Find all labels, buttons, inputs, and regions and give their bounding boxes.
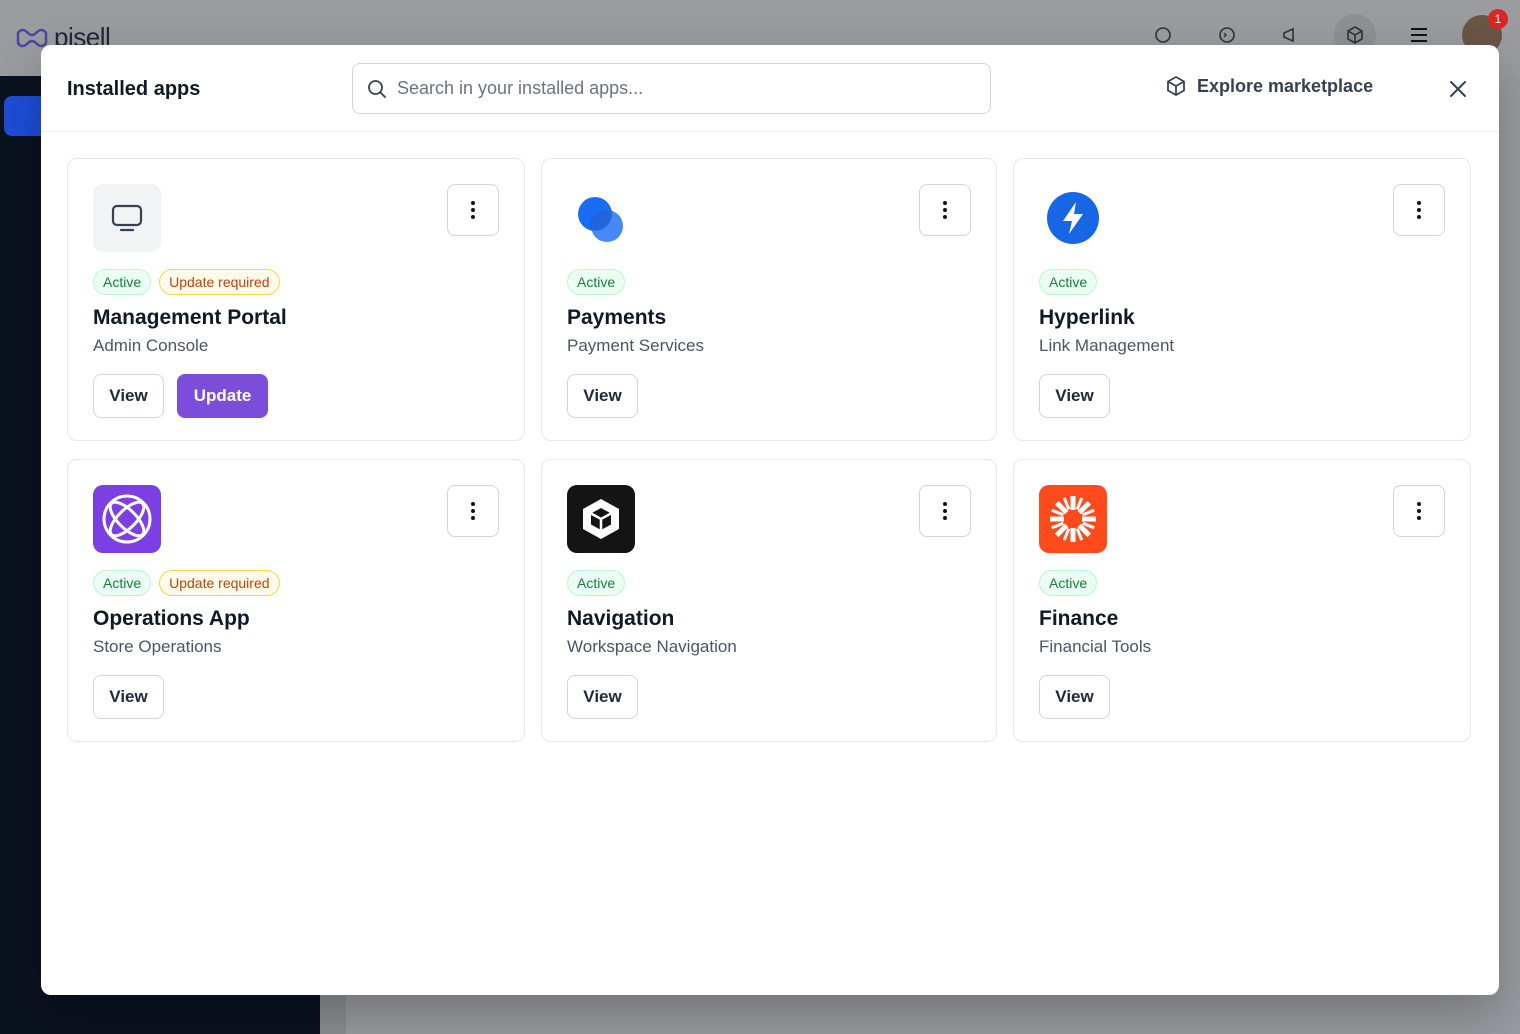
app-subtitle: Store Operations	[93, 637, 222, 656]
apps-grid: Active Update required Management Portal…	[67, 158, 1471, 742]
view-button[interactable]: View	[1039, 374, 1110, 418]
view-button[interactable]: View	[93, 374, 164, 418]
status-badge: Active	[567, 269, 626, 295]
kebab-icon	[471, 201, 475, 219]
kebab-icon	[943, 502, 947, 520]
status-badges: Active Update required	[93, 570, 280, 596]
kebab-icon	[1417, 502, 1421, 520]
update-button[interactable]: Update	[177, 374, 268, 418]
view-button[interactable]: View	[567, 374, 638, 418]
close-icon	[1450, 81, 1466, 97]
app-name: Navigation	[567, 607, 675, 630]
sunburst-icon	[1039, 485, 1107, 553]
close-button[interactable]	[1445, 76, 1471, 102]
app-card-operations-app: Active Update required Operations App St…	[67, 459, 525, 742]
status-badge: Active	[93, 570, 152, 596]
more-options-button[interactable]	[919, 184, 971, 236]
status-badges: Active	[567, 570, 626, 596]
modal-title: Installed apps	[67, 78, 201, 100]
app-subtitle: Link Management	[1039, 336, 1175, 355]
search-icon	[368, 79, 386, 98]
app-name: Management Portal	[93, 306, 287, 329]
app-subtitle: Payment Services	[567, 336, 704, 355]
view-button[interactable]: View	[1039, 675, 1110, 719]
card-actions: View	[567, 374, 638, 418]
more-options-button[interactable]	[1393, 485, 1445, 537]
app-card-finance: Active Finance Financial Tools View	[1013, 459, 1471, 742]
card-actions: View	[1039, 675, 1110, 719]
status-badge: Active	[93, 269, 152, 295]
app-card-payments: Active Payments Payment Services View	[541, 158, 997, 441]
more-options-button[interactable]	[1393, 184, 1445, 236]
view-button[interactable]: View	[93, 675, 164, 719]
status-badges: Active Update required	[93, 269, 280, 295]
app-name: Payments	[567, 306, 667, 329]
app-card-hyperlink: Active Hyperlink Link Management View	[1013, 158, 1471, 441]
search-field[interactable]	[352, 63, 991, 114]
more-options-button[interactable]	[447, 184, 499, 236]
app-subtitle: Financial Tools	[1039, 637, 1152, 656]
card-actions: View	[1039, 374, 1110, 418]
status-badges: Active	[1039, 269, 1098, 295]
update-required-badge: Update required	[159, 570, 280, 596]
app-card-management-portal: Active Update required Management Portal…	[67, 158, 525, 441]
lightning-bolt-icon	[1039, 184, 1107, 252]
kebab-icon	[1417, 201, 1421, 219]
status-badges: Active	[1039, 570, 1098, 596]
payments-logo-icon	[567, 184, 635, 252]
cube-icon	[1167, 76, 1185, 96]
monitor-icon	[93, 184, 161, 252]
notification-badge: 1	[1488, 9, 1508, 29]
explore-marketplace-button[interactable]: Explore marketplace	[1165, 75, 1373, 97]
app-card-navigation: Active Navigation Workspace Navigation V…	[541, 459, 997, 742]
app-name: Finance	[1039, 607, 1119, 630]
status-badge: Active	[1039, 269, 1098, 295]
card-actions: View Update	[93, 374, 268, 418]
more-options-button[interactable]	[447, 485, 499, 537]
kebab-icon	[471, 502, 475, 520]
status-badge: Active	[567, 570, 626, 596]
operations-logo-icon	[93, 485, 161, 553]
navigation-cube-icon	[567, 485, 635, 553]
app-subtitle: Workspace Navigation	[567, 637, 737, 656]
kebab-icon	[943, 201, 947, 219]
update-required-badge: Update required	[159, 269, 280, 295]
card-actions: View	[93, 675, 164, 719]
app-name: Operations App	[93, 607, 250, 630]
status-badge: Active	[1039, 570, 1098, 596]
card-actions: View	[567, 675, 638, 719]
search-input[interactable]	[397, 78, 957, 99]
app-subtitle: Admin Console	[93, 336, 209, 355]
view-button[interactable]: View	[567, 675, 638, 719]
installed-apps-modal: Installed apps Explore marketplace	[41, 45, 1499, 995]
app-name: Hyperlink	[1039, 306, 1135, 329]
explore-marketplace-label: Explore marketplace	[1197, 75, 1374, 96]
modal-header: Installed apps Explore marketplace	[41, 45, 1499, 132]
more-options-button[interactable]	[919, 485, 971, 537]
status-badges: Active	[567, 269, 626, 295]
